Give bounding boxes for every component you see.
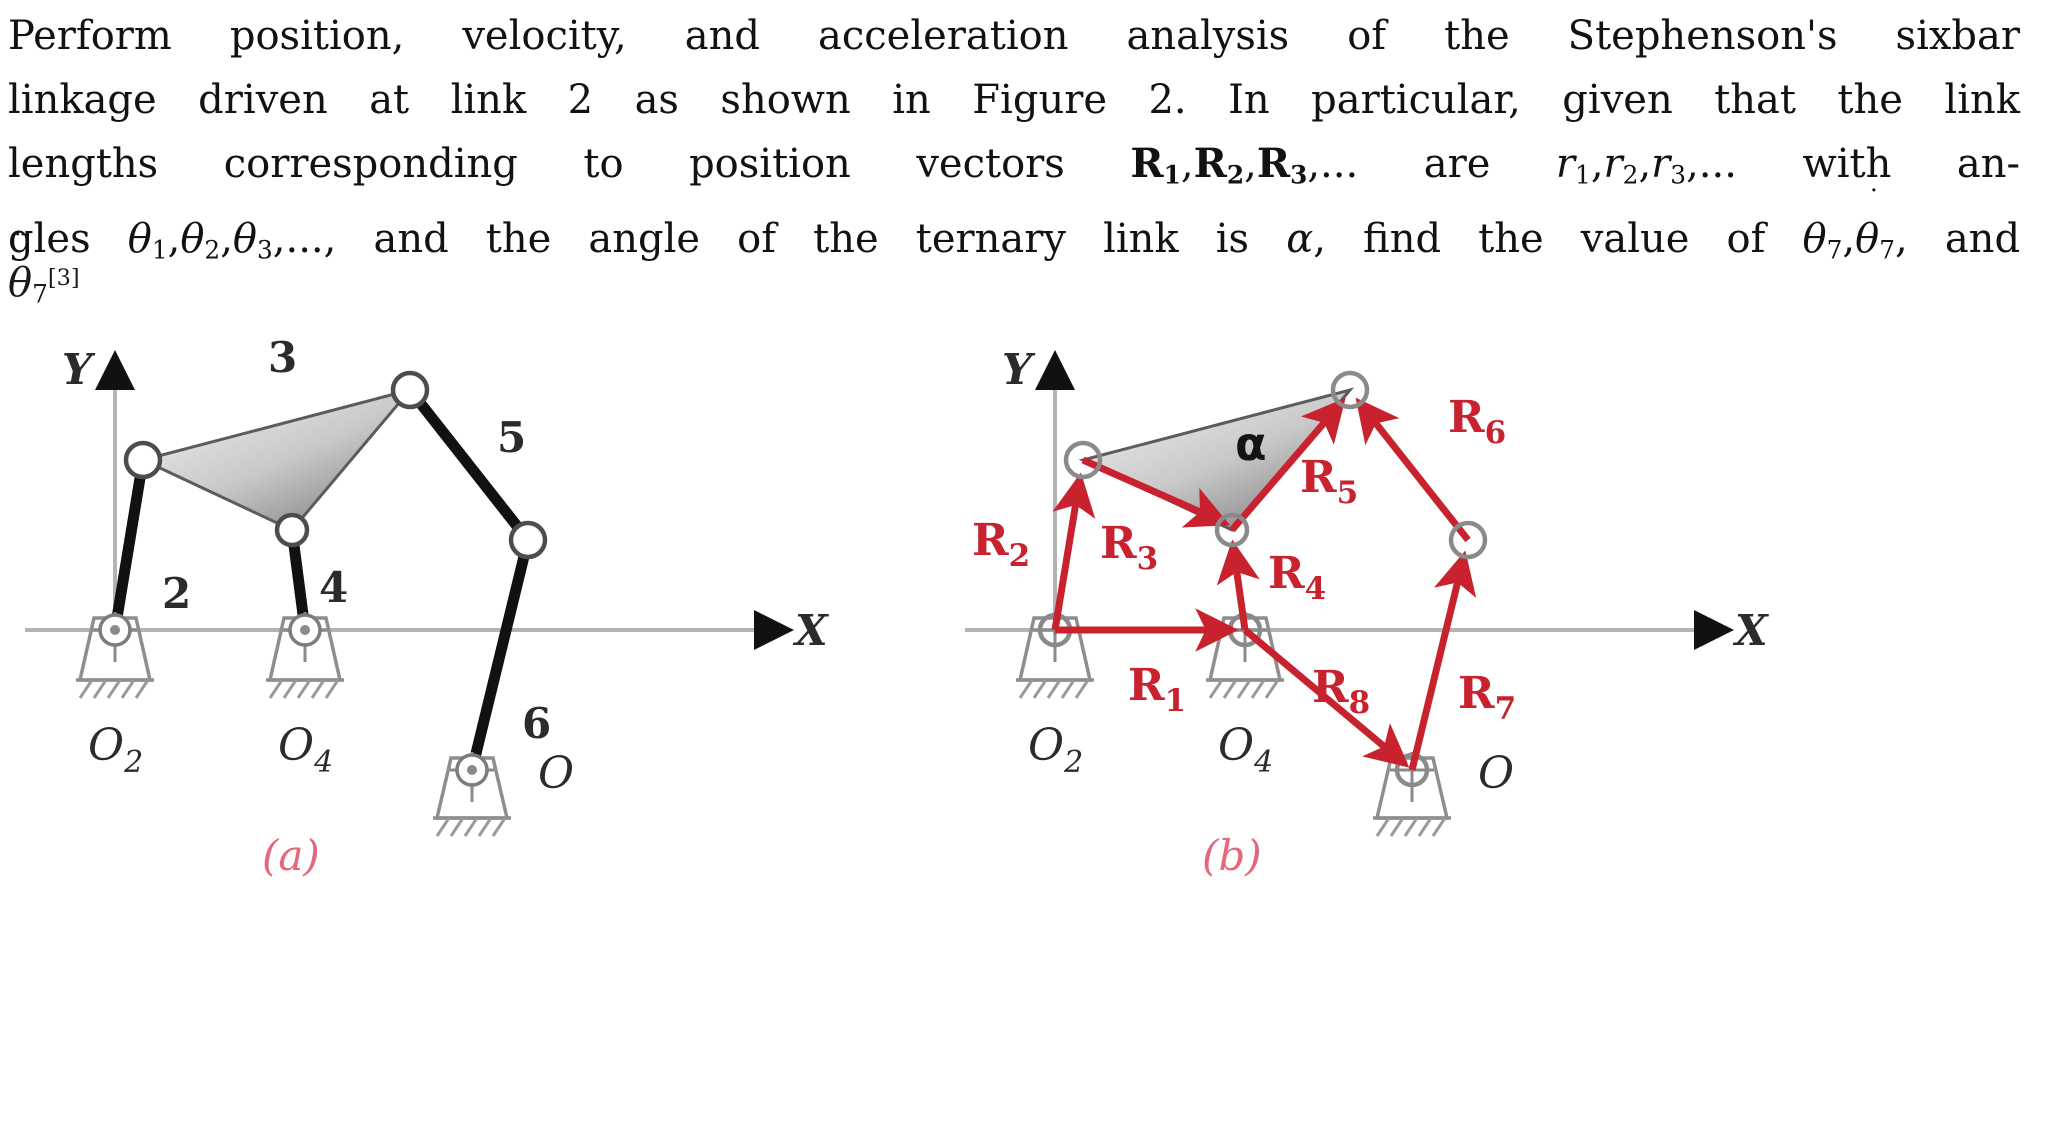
ground-pivot-o2-a (76, 612, 154, 699)
comma-2: , (1244, 141, 1257, 187)
figure-panel-b: X Y O2 O4 O α R1 R2 R3 R4 R5 R6 R7 R8 (b… (950, 340, 1970, 1146)
statement-line-4-mid: and the angle of the ternary link is (373, 216, 1250, 263)
double-dot-accent: ̈ (27, 228, 29, 262)
comma-3: , (1307, 141, 1321, 187)
link-label-6-a: 6 (522, 699, 551, 748)
vector-label-R8: R8 (1312, 662, 1370, 721)
problem-statement: Perform position, velocity, and accelera… (8, 4, 2020, 283)
comma-4: , (1590, 141, 1604, 187)
link-label-3-a: 3 (268, 333, 297, 382)
length-r1: r1 (1555, 141, 1591, 190)
link-label-2-a: 2 (162, 569, 191, 618)
comma-8: , (220, 216, 233, 263)
statement-line-3-tail: with an- (1802, 141, 2020, 187)
angle-theta2: θ2 (180, 216, 221, 265)
comma-5: , (1638, 141, 1652, 187)
vector-R2-arrow (1051, 472, 1096, 631)
statement-line-2: linkage driven at link 2 as shown in Fig… (8, 77, 2020, 123)
figure-caption-b: (b) (1202, 831, 1262, 880)
link-label-5-a: 5 (497, 413, 526, 462)
statement-line-3-lead: lengths corresponding to position vector… (8, 141, 1065, 187)
vector-R1: R1 (1130, 140, 1181, 190)
comma-12: , (1895, 216, 1908, 263)
link-2-a (109, 454, 149, 636)
comma-9: , (272, 216, 286, 263)
ellipsis-vectors: ... (1320, 141, 1359, 187)
vector-label-R7: R7 (1458, 668, 1516, 727)
comma-10: , (323, 216, 337, 263)
pivot-label-o2-a: O2 (88, 720, 143, 780)
statement-line-4-find: , find the value of (1313, 216, 1766, 263)
link-6-a (466, 534, 534, 776)
angle-theta3: θ3 (232, 216, 273, 265)
theta7-dot: ˙ θ7 (1855, 184, 1895, 265)
vector-label-R2: R2 (972, 515, 1030, 574)
single-dot-accent: ˙ (1866, 184, 1883, 218)
ellipsis-lengths: ... (1698, 141, 1737, 187)
pivot-label-o2-b: O2 (1028, 720, 1083, 780)
joint-a-a (123, 440, 163, 480)
page-root: Perform position, velocity, and accelera… (0, 0, 2046, 1146)
pivot-label-o4-b: O4 (1218, 720, 1273, 780)
vector-label-R5: R5 (1300, 452, 1358, 511)
comma-11: , (1842, 216, 1856, 263)
alpha-symbol: α (1286, 216, 1314, 263)
vector-R7-arrow (1408, 550, 1477, 771)
x-axis-label-b: X (1732, 606, 1769, 655)
vector-R3: R3 (1256, 140, 1308, 190)
statement-line-4-and: and (1944, 216, 2021, 263)
statement-line-3: lengths corresponding to position vector… (8, 132, 2020, 207)
y-axis-label-b: Y (1002, 345, 1036, 394)
citation-reference: [3] (47, 265, 80, 291)
vector-label-R3: R3 (1100, 518, 1158, 577)
joint-d-a (508, 520, 548, 560)
ground-pivot-o6-a (433, 752, 511, 837)
alpha-angle-label: α (1235, 417, 1267, 471)
vector-label-R6: R6 (1448, 392, 1506, 451)
figure-caption-a: (a) (262, 831, 320, 880)
joint-c-a (390, 370, 430, 410)
theta7-ddot: ̈ θ7 (8, 228, 48, 309)
ground-pivot-o4-a (266, 612, 344, 699)
pivot-label-o6-b: O (1478, 748, 1514, 799)
vector-R2: R2 (1193, 140, 1245, 190)
pivot-label-o6-a: O (538, 748, 574, 799)
length-r2: r2 (1603, 141, 1639, 190)
figure-container: X Y O2 O4 O 2 3 4 5 6 (a) X Y O2 O4 O α … (0, 333, 2046, 1146)
length-r3: r3 (1651, 141, 1687, 190)
vector-label-R4: R4 (1268, 548, 1326, 607)
link-label-4-a: 4 (319, 563, 348, 612)
comma-7: , (167, 216, 181, 263)
statement-are: are (1423, 141, 1491, 187)
theta7: θ7 (1802, 216, 1843, 265)
statement-line-5: ̈ θ7[3] (8, 246, 80, 327)
angle-theta1: θ1 (127, 216, 168, 265)
comma-6: , (1686, 141, 1699, 187)
joint-b-a (274, 512, 310, 548)
x-axis-label-a: X (792, 606, 829, 655)
y-axis-label-a: Y (62, 345, 96, 394)
ellipsis-angles: ... (285, 216, 324, 263)
pivot-label-o4-a: O4 (278, 720, 333, 780)
vector-label-R1: R1 (1128, 660, 1186, 719)
statement-line-4: gles θ1,θ2,θ3,..., and the angle of the … (8, 184, 2021, 282)
statement-line-1: Perform position, velocity, and accelera… (8, 13, 2020, 59)
comma-1: , (1180, 141, 1194, 187)
ternary-link-shape-a (138, 387, 415, 532)
figure-panel-a: X Y O2 O4 O 2 3 4 5 6 (a) (10, 333, 1030, 1146)
